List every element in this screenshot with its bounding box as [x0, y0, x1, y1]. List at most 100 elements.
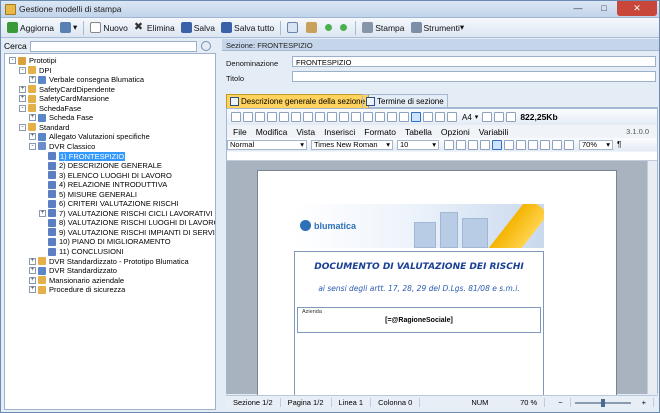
- tree-node[interactable]: - DPI: [19, 66, 52, 75]
- open-icon[interactable]: [243, 112, 253, 122]
- tree-node[interactable]: + DVR Standardizzato: [29, 266, 117, 275]
- zoom-icon[interactable]: [423, 112, 433, 122]
- image-icon[interactable]: [375, 112, 385, 122]
- tree-node[interactable]: 9) VALUTAZIONE RISCHI IMPIANTI DI SERVIZ…: [39, 228, 215, 237]
- tree-node[interactable]: - SchedaFase: [19, 104, 81, 113]
- expand-icon[interactable]: +: [39, 209, 46, 217]
- tree-node[interactable]: 4) RELAZIONE INTRODUTTIVA: [39, 180, 167, 189]
- denominazione-field[interactable]: FRONTESPIZIO: [292, 56, 656, 67]
- expand-icon[interactable]: +: [29, 257, 36, 265]
- search-icon[interactable]: [200, 41, 211, 51]
- tree-node[interactable]: 8) VALUTAZIONE RISCHI LUOGHI DI LAVORO: [39, 218, 215, 227]
- collapse-icon[interactable]: -: [19, 104, 26, 112]
- stampa-button[interactable]: Stampa: [359, 19, 407, 36]
- tree-node[interactable]: 10) PIANO DI MIGLIORAMENTO: [39, 237, 171, 246]
- menu-item-modifica[interactable]: Modifica: [256, 127, 288, 137]
- tree-node[interactable]: - DVR Classico: [29, 142, 95, 151]
- close-button[interactable]: ✕: [617, 1, 657, 16]
- menu-item-formato[interactable]: Formato: [364, 127, 396, 137]
- tree-node[interactable]: - Prototipi: [9, 56, 57, 65]
- menu-item-inserisci[interactable]: Inserisci: [324, 127, 355, 137]
- tree-node[interactable]: 5) MISURE GENERALI: [39, 190, 137, 199]
- paper-size-combo[interactable]: A4: [462, 113, 472, 122]
- expand-icon[interactable]: +: [29, 286, 36, 294]
- salva-tutto-button[interactable]: Salva tutto: [218, 19, 277, 36]
- tree-node[interactable]: + Procedure di sicurezza: [29, 285, 125, 294]
- align-center-icon[interactable]: [504, 139, 514, 150]
- tab-termine[interactable]: Termine di sezione: [362, 94, 448, 108]
- find-icon[interactable]: [351, 112, 361, 122]
- collapse-icon[interactable]: -: [29, 142, 36, 150]
- zoom-out-icon[interactable]: [494, 112, 505, 122]
- aggiorna-button[interactable]: Aggiorna: [4, 19, 57, 36]
- strumenti-button[interactable]: Strumenti ▾: [408, 19, 468, 36]
- tree-node[interactable]: + Allegato Valutazioni specifiche: [29, 132, 150, 141]
- field-icon[interactable]: [435, 112, 445, 122]
- new-icon[interactable]: [231, 112, 241, 122]
- menu-item-variabili[interactable]: Variabili: [479, 127, 509, 137]
- underline-icon[interactable]: [468, 139, 478, 150]
- tree-node[interactable]: + SafetyCardDipendente: [19, 85, 115, 94]
- color-icon[interactable]: [480, 139, 490, 150]
- expand-icon[interactable]: +: [29, 114, 36, 122]
- view-dropdown-button[interactable]: ▾: [57, 19, 80, 36]
- page-icon[interactable]: [387, 112, 397, 122]
- undo-icon[interactable]: [327, 112, 337, 122]
- tree-node[interactable]: 2) DESCRIZIONE GENERALE: [39, 161, 162, 170]
- tree-node[interactable]: + Mansionario aziendale: [29, 276, 124, 285]
- vertical-scrollbar[interactable]: [647, 161, 657, 394]
- paste-button[interactable]: [303, 19, 322, 36]
- minimize-button[interactable]: —: [565, 1, 591, 16]
- document-page[interactable]: blumatica DOCUMENTO DI VALUTAZIONE DEI R…: [257, 170, 617, 401]
- tree-node[interactable]: + DVR Standardizzato - Prototipo Blumatic…: [29, 257, 189, 266]
- menu-item-opzioni[interactable]: Opzioni: [441, 127, 470, 137]
- font-combo[interactable]: Times New Roman ▾: [311, 139, 393, 150]
- tree-node[interactable]: 3) ELENCO LUOGHI DI LAVORO: [39, 171, 172, 180]
- paste-icon[interactable]: [315, 112, 325, 122]
- redo-icon[interactable]: [339, 112, 349, 122]
- tree-node[interactable]: 1) FRONTESPIZIO: [39, 151, 126, 161]
- cut-icon[interactable]: [291, 112, 301, 122]
- zoom-combo[interactable]: 70% ▾: [579, 139, 613, 150]
- zoom-in-icon[interactable]: [482, 112, 493, 122]
- header-icon[interactable]: [399, 112, 409, 122]
- save-icon[interactable]: [255, 112, 265, 122]
- collapse-icon[interactable]: -: [19, 66, 26, 74]
- font-size-combo[interactable]: 10 ▾: [397, 139, 439, 150]
- tree-node[interactable]: + Scheda Fase: [29, 113, 93, 122]
- info-icon[interactable]: [506, 112, 517, 122]
- collapse-icon[interactable]: -: [9, 57, 16, 64]
- print-icon[interactable]: [267, 112, 277, 122]
- print-preview-icon[interactable]: [279, 112, 289, 122]
- move-up-button[interactable]: [322, 19, 337, 36]
- indent-icon[interactable]: [564, 139, 574, 150]
- menu-item-tabella[interactable]: Tabella: [405, 127, 432, 137]
- expand-icon[interactable]: +: [29, 76, 36, 84]
- menu-item-file[interactable]: File: [233, 127, 247, 137]
- collapse-icon[interactable]: -: [19, 123, 26, 131]
- tab-descrizione[interactable]: Descrizione generale della sezione: [226, 94, 370, 108]
- expand-icon[interactable]: +: [19, 95, 26, 103]
- expand-icon[interactable]: +: [19, 85, 26, 93]
- elimina-button[interactable]: ✖ Elimina: [131, 19, 178, 36]
- key-icon[interactable]: [447, 112, 457, 122]
- zoom-slider-knob[interactable]: [600, 398, 605, 407]
- search-input[interactable]: [29, 40, 197, 52]
- salva-button[interactable]: Salva: [178, 19, 218, 36]
- expand-icon[interactable]: +: [29, 133, 36, 141]
- paragraph-icon[interactable]: ¶: [617, 140, 621, 149]
- nuovo-button[interactable]: Nuovo: [87, 19, 131, 36]
- move-down-button[interactable]: [337, 19, 352, 36]
- tree-node[interactable]: +7) VALUTAZIONE RISCHI CICLI LAVORATIVI: [39, 209, 213, 218]
- expand-icon[interactable]: +: [29, 276, 36, 284]
- menu-item-vista[interactable]: Vista: [296, 127, 315, 137]
- zoom-slider[interactable]: [574, 398, 631, 407]
- tree-node[interactable]: + SafetyCardMansione: [19, 94, 109, 103]
- titolo-field[interactable]: [292, 71, 656, 82]
- page-view-icon[interactable]: [411, 112, 421, 122]
- copy-button[interactable]: [284, 19, 303, 36]
- bullets-icon[interactable]: [540, 139, 550, 150]
- bold-icon[interactable]: [444, 139, 454, 150]
- style-combo[interactable]: Normal ▾: [227, 139, 307, 150]
- table-icon[interactable]: [363, 112, 373, 122]
